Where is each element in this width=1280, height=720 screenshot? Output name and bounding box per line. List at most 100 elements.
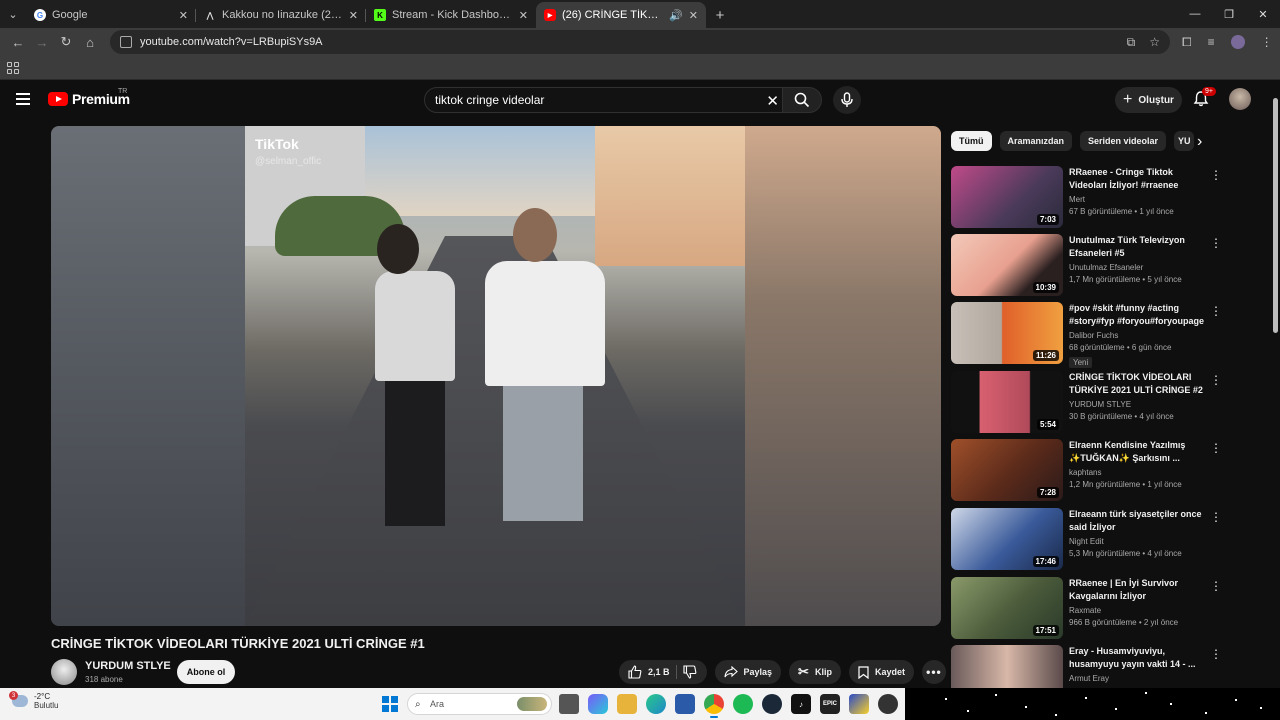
video-thumbnail[interactable]: 5:54 (951, 371, 1063, 433)
tab-close-icon[interactable]: ✕ (349, 9, 358, 22)
share-button[interactable]: Paylaş (714, 660, 782, 684)
address-bar[interactable]: youtube.com/watch?v=LRBupiSYs9A ⧉ ☆ (110, 30, 1170, 54)
clear-search-icon[interactable]: ✕ (766, 92, 779, 110)
chip-channel[interactable]: YU (1174, 131, 1195, 151)
video-player[interactable]: TikTok @selman_offic (51, 126, 941, 626)
video-thumbnail[interactable]: 10:39 (951, 234, 1063, 296)
account-avatar[interactable] (1229, 88, 1251, 110)
taskbar-search-placeholder: Ara (430, 699, 445, 709)
back-icon[interactable]: ← (6, 30, 30, 54)
notifications-button[interactable]: 9+ (1192, 87, 1216, 110)
more-vertical-icon[interactable]: ⋮ (1210, 304, 1222, 318)
tab-youtube-video[interactable]: ▶ (26) CRİNGE TİKTOK VİDEOLA 🔊 ✕ (536, 2, 706, 28)
close-window-icon[interactable]: ✕ (1246, 0, 1280, 28)
list-item[interactable]: 17:51 RRaenee | En İyi Survivor Kavgalar… (951, 577, 1222, 639)
more-vertical-icon[interactable]: ⋮ (1210, 236, 1222, 250)
chip-from-search[interactable]: Aramanızdan (999, 131, 1073, 151)
rec-meta: 30 B görüntüleme • 4 yıl önce (1069, 412, 1174, 421)
list-item[interactable]: 11:26 #pov #skit #funny #acting #story#f… (951, 302, 1222, 368)
video-thumbnail[interactable]: 17:51 (951, 577, 1063, 639)
restore-icon[interactable]: ❐ (1212, 0, 1246, 28)
forward-icon[interactable]: → (30, 30, 54, 54)
page-scrollbar[interactable] (1271, 88, 1280, 688)
minimize-icon[interactable]: — (1178, 0, 1212, 28)
new-tab-button[interactable]: + (706, 2, 734, 28)
video-thumbnail[interactable] (951, 645, 1063, 688)
channel-name[interactable]: YURDUM STLYE (85, 660, 171, 672)
file-explorer-icon[interactable] (617, 694, 637, 714)
taskbar-search[interactable]: ⌕ Ara (407, 693, 552, 715)
create-label: Oluştur (1138, 94, 1174, 106)
tab-close-icon[interactable]: ✕ (689, 9, 698, 22)
media-control-icon[interactable]: ≡ (1208, 35, 1215, 49)
list-item[interactable]: 10:39 Unutulmaz Türk Televizyon Efsanele… (951, 234, 1222, 296)
more-vertical-icon[interactable]: ⋮ (1210, 510, 1222, 524)
site-info-icon[interactable] (120, 36, 132, 48)
steam-icon[interactable] (762, 694, 782, 714)
video-thumbnail[interactable]: 11:26 (951, 302, 1063, 364)
windows-start-icon[interactable] (382, 696, 398, 712)
edge-icon[interactable] (646, 694, 666, 714)
dislike-button[interactable] (682, 665, 697, 679)
google-favicon-icon: G (34, 9, 46, 21)
more-vertical-icon[interactable]: ⋮ (1210, 579, 1222, 593)
tab-close-icon[interactable]: ✕ (179, 9, 188, 22)
more-actions-button[interactable]: ••• (921, 660, 946, 684)
video-thumbnail[interactable]: 7:28 (951, 439, 1063, 501)
extensions-icon[interactable]: ⧠ (1182, 35, 1192, 50)
tab-anime[interactable]: ⋀ Kakkou no Iinazuke (2022) - An ✕ (196, 2, 366, 28)
more-vertical-icon[interactable]: ⋮ (1210, 441, 1222, 455)
video-duration: 17:51 (1032, 625, 1059, 636)
chrome-icon[interactable] (704, 694, 724, 718)
tab-google[interactable]: G Google ✕ (26, 2, 196, 28)
list-item[interactable]: 7:03 RRaenee - Cringe Tiktok Videoları İ… (951, 166, 1222, 228)
list-item[interactable]: 17:46 Elraeann türk siyasetçiler once sa… (951, 508, 1222, 570)
home-icon[interactable]: ⌂ (78, 30, 102, 54)
chip-all[interactable]: Tümü (951, 131, 992, 151)
apps-grid-icon[interactable] (7, 61, 19, 74)
kick-app-icon[interactable] (849, 694, 869, 714)
video-thumbnail[interactable]: 7:03 (951, 166, 1063, 228)
store-icon[interactable] (675, 694, 695, 714)
task-view-icon[interactable] (559, 694, 579, 714)
tab-close-icon[interactable]: ✕ (519, 9, 528, 22)
tab-kick-dashboard[interactable]: K Stream - Kick Dashboard ✕ (366, 2, 536, 28)
tiktok-icon[interactable]: ♪ (791, 694, 811, 714)
voice-search-button[interactable] (833, 86, 861, 114)
bookmark-star-icon[interactable]: ☆ (1149, 35, 1160, 50)
epic-games-icon[interactable]: EPIC (820, 694, 840, 714)
save-button[interactable]: Kaydet (848, 660, 914, 684)
chevron-right-icon[interactable]: › (1197, 133, 1202, 151)
weather-widget[interactable]: 3 -2°C Bulutlu (9, 691, 58, 710)
profile-icon[interactable] (1230, 35, 1245, 49)
youtube-premium-logo[interactable]: Premium TR (48, 88, 130, 107)
list-item[interactable]: 7:28 Elraenn Kendisine Yazılmış ✨TUĞKAN✨… (951, 439, 1222, 501)
rec-channel: YURDUM STLYE (1069, 400, 1132, 409)
menu-icon[interactable] (16, 93, 30, 105)
create-button[interactable]: + Oluştur (1115, 87, 1182, 113)
spotify-icon[interactable] (733, 694, 753, 714)
search-input[interactable]: tiktok cringe videolar ✕ (424, 87, 790, 113)
cast-icon[interactable]: ⧉ (1127, 35, 1136, 50)
list-item[interactable]: Eray - Husamviyuviyu, husamyuyu yayın va… (951, 645, 1221, 688)
channel-avatar[interactable] (51, 659, 77, 685)
copilot-icon[interactable] (588, 694, 608, 714)
more-vertical-icon[interactable]: ⋮ (1210, 168, 1222, 182)
list-item[interactable]: 5:54 CRİNGE TİKTOK VİDEOLARI TÜRKİYE 202… (951, 371, 1222, 433)
speaker-icon[interactable]: 🔊 (669, 9, 683, 22)
more-vertical-icon[interactable]: ⋮ (1210, 373, 1222, 387)
clip-button[interactable]: ✂ Klip (789, 660, 841, 684)
browser-menu-icon[interactable]: ⋮ (1261, 35, 1273, 49)
more-vertical-icon[interactable]: ⋮ (1210, 647, 1221, 661)
tab-search-button[interactable]: ⌄ (0, 0, 26, 28)
system-tray-area (905, 688, 1280, 720)
chip-from-series[interactable]: Seriden videolar (1080, 131, 1167, 151)
like-button[interactable]: 2,1 B (628, 665, 670, 679)
reload-icon[interactable]: ↻ (54, 30, 78, 54)
obs-icon[interactable] (878, 694, 898, 714)
search-button[interactable] (782, 87, 822, 113)
video-duration: 7:03 (1036, 214, 1059, 225)
video-thumbnail[interactable]: 17:46 (951, 508, 1063, 570)
subscribe-button[interactable]: Abone ol (177, 660, 235, 684)
url-text: youtube.com/watch?v=LRBupiSYs9A (140, 36, 323, 48)
